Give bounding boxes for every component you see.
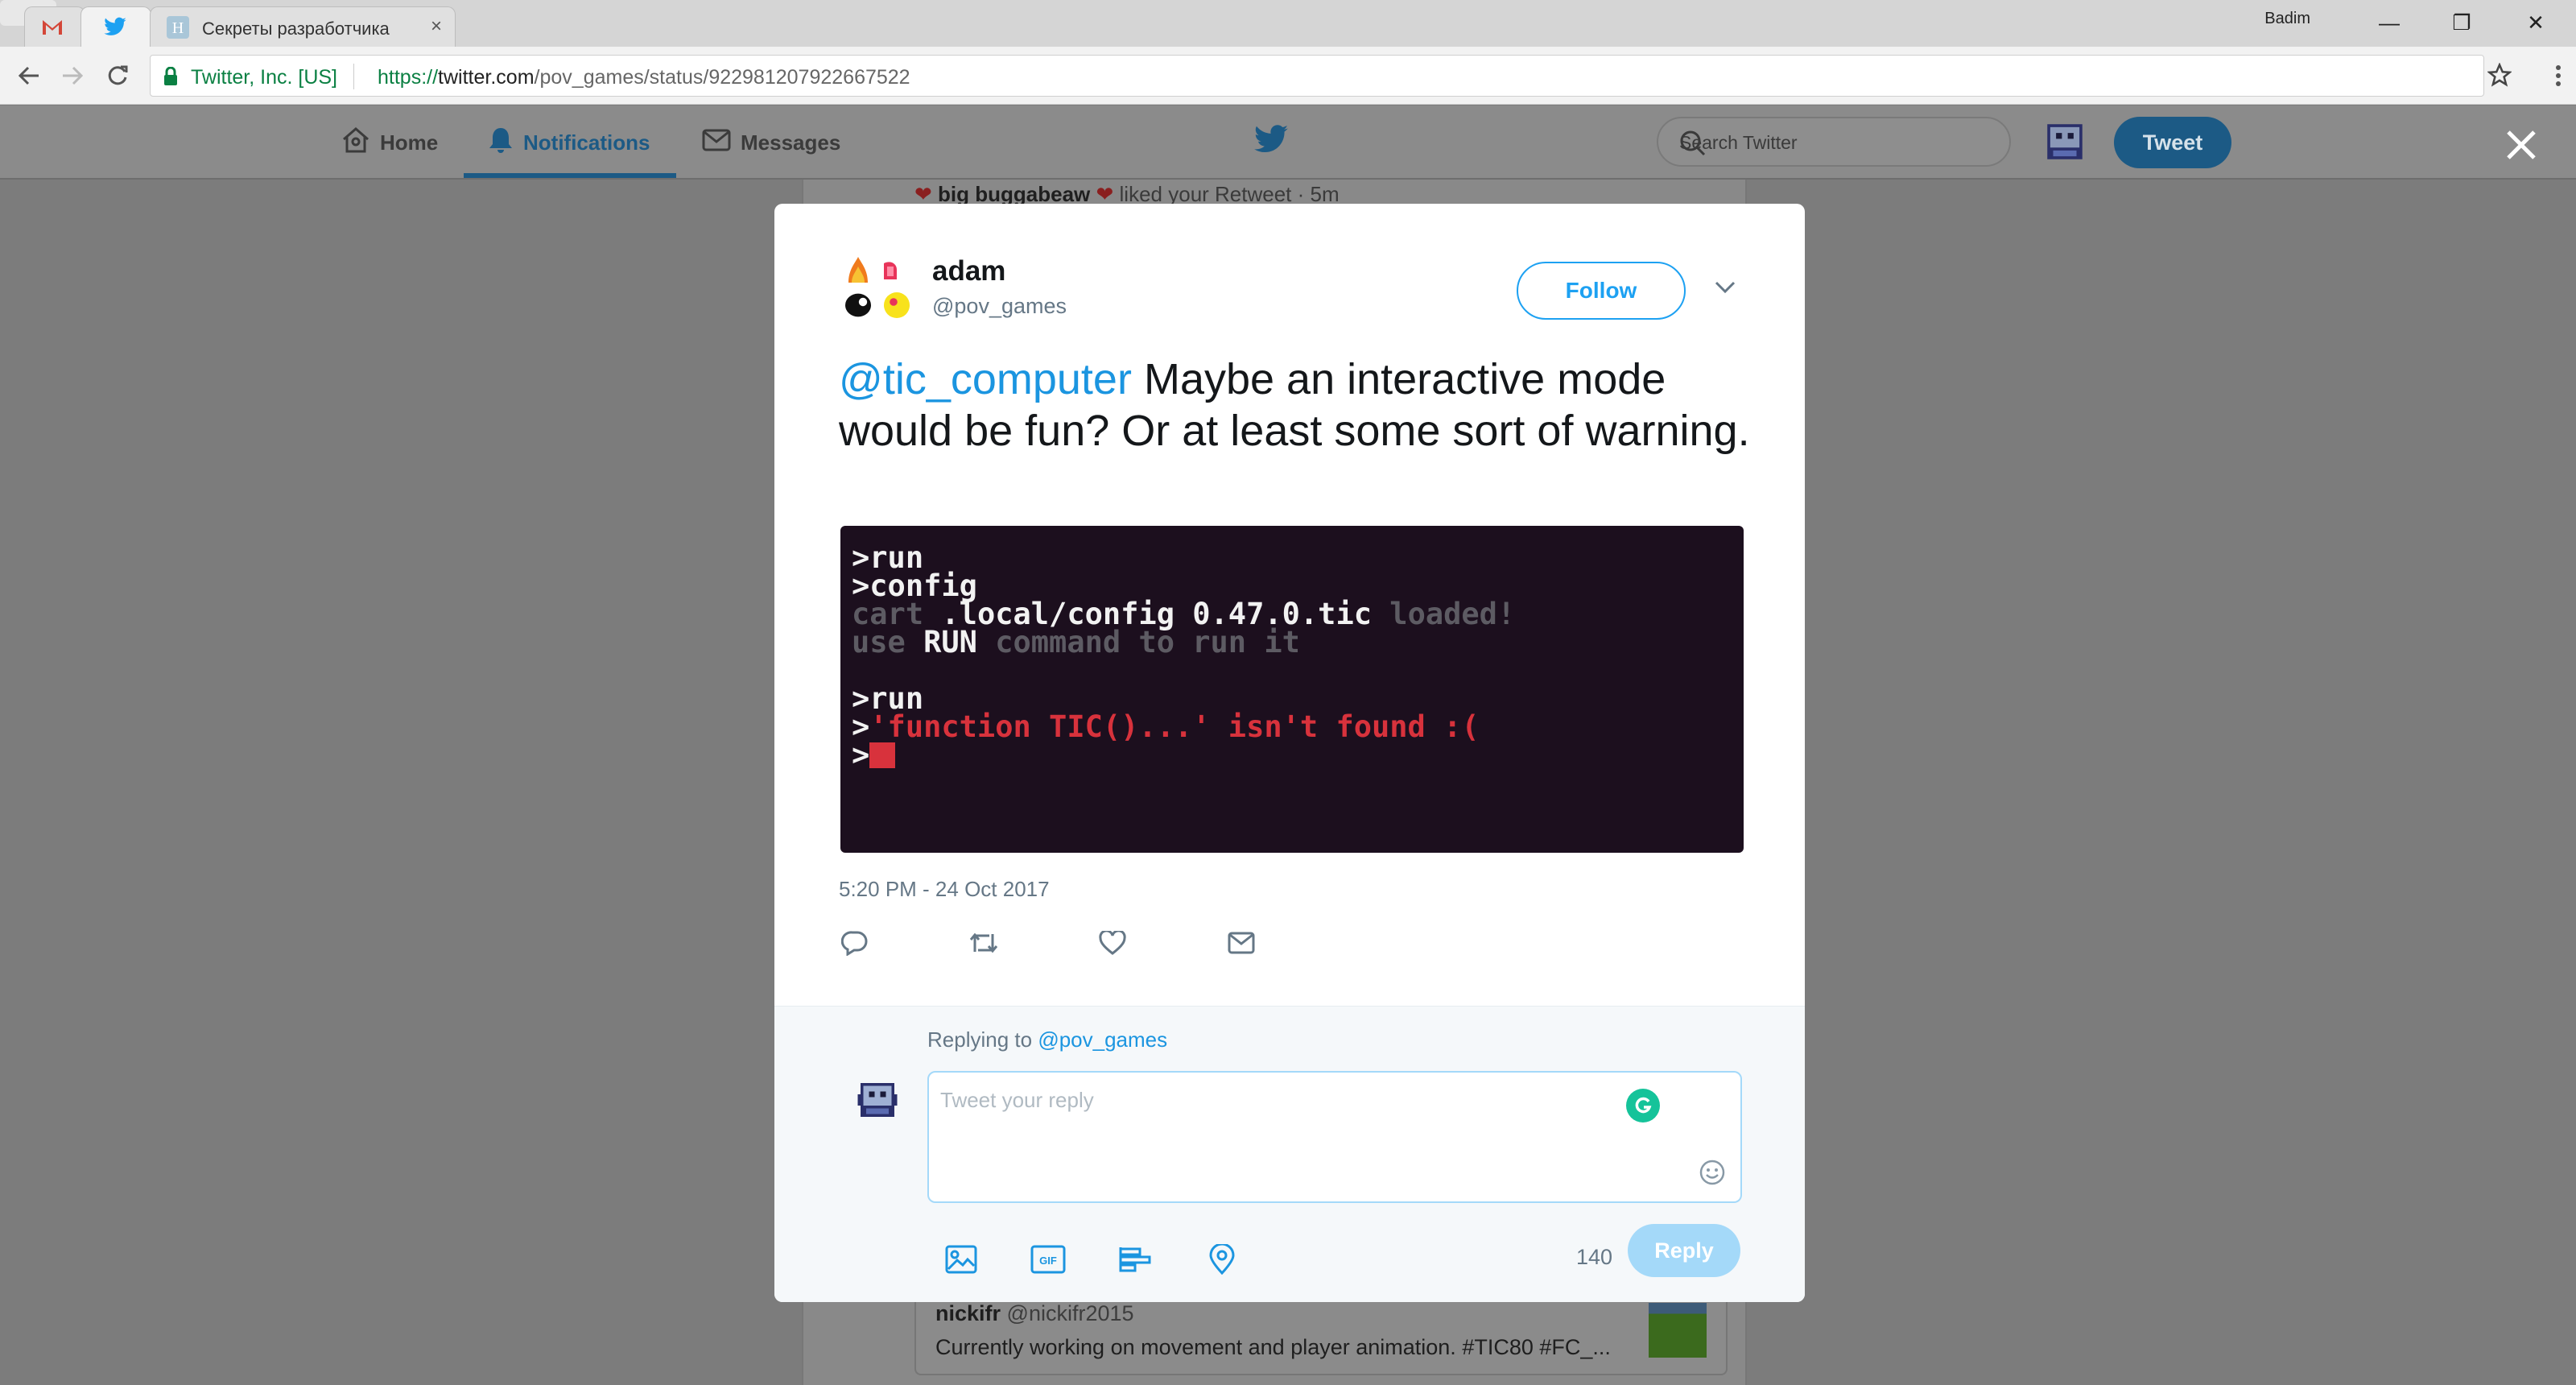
bell-icon — [488, 126, 514, 159]
terminal-line: >config — [852, 571, 1744, 601]
photo-icon[interactable] — [943, 1243, 979, 1275]
browser-toolbar: Twitter, Inc. [US] https://twitter.com/p… — [0, 47, 2576, 105]
terminal-text: 'function TIC()...' isn't found :( — [869, 709, 1480, 744]
location-icon[interactable] — [1204, 1243, 1240, 1275]
replying-to-label: Replying to @pov_games — [927, 1027, 1168, 1052]
browser-profile-name[interactable]: Badim — [2264, 10, 2310, 28]
emoji-icon[interactable] — [1699, 1159, 1726, 1190]
terminal-text: loaded! — [1372, 597, 1516, 631]
tab-title: Секреты разработчика — [202, 19, 390, 39]
minimize-button[interactable]: — — [2370, 6, 2409, 39]
svg-text:H: H — [172, 19, 184, 37]
tweet-timestamp[interactable]: 5:20 PM - 24 Oct 2017 — [839, 877, 1050, 902]
terminal-line — [852, 656, 1744, 684]
heart-icon: ❤ — [1096, 182, 1114, 206]
direct-message-icon[interactable] — [1225, 927, 1257, 959]
envelope-icon — [702, 129, 731, 157]
terminal-line: cart .local/config 0.47.0.tic loaded! — [852, 597, 1744, 631]
tab-gmail[interactable] — [24, 6, 85, 47]
terminal-line: >'function TIC()...' isn't found :( — [852, 712, 1744, 742]
grammarly-icon[interactable] — [1626, 1089, 1660, 1122]
nav-notifications-label: Notifications — [523, 130, 650, 155]
tab-habr[interactable]: H Секреты разработчика × — [150, 6, 456, 47]
retweet-icon[interactable] — [968, 927, 1000, 959]
terminal-line: use RUN command to run it — [852, 625, 1744, 659]
tab-twitter[interactable] — [80, 6, 151, 47]
reply-box[interactable] — [927, 1071, 1742, 1203]
browser-menu-icon[interactable] — [2555, 64, 2562, 91]
secure-site-label[interactable]: Twitter, Inc. [US] — [191, 66, 337, 89]
back-arrow-icon[interactable] — [11, 58, 47, 93]
quoted-text: Currently working on movement and player… — [935, 1335, 1611, 1359]
reply-icon[interactable] — [839, 927, 871, 959]
user-avatar — [855, 1077, 900, 1122]
close-window-button[interactable]: ✕ — [2516, 6, 2555, 39]
compose-tweet-button[interactable]: Tweet — [2114, 117, 2231, 168]
chevron-down-icon[interactable] — [1715, 281, 1736, 298]
character-counter: 140 — [1576, 1245, 1613, 1269]
nav-notifications[interactable]: Notifications — [488, 122, 650, 163]
address-bar[interactable]: Twitter, Inc. [US] https://twitter.com/p… — [150, 55, 2484, 97]
twitter-bird-icon — [102, 15, 128, 39]
author-avatar[interactable] — [839, 250, 916, 328]
nav-messages-label: Messages — [741, 130, 841, 155]
heart-icon: ❤ — [914, 182, 932, 206]
twitter-top-nav: Home Notifications Messages Search Twitt… — [0, 105, 2576, 180]
terminal-cursor — [869, 742, 896, 768]
close-modal-icon[interactable] — [2499, 122, 2544, 167]
browser-tabstrip: H Секреты разработчика × Badim — ❐ ✕ — [0, 0, 2576, 47]
url-text[interactable]: https://twitter.com/pov_games/status/922… — [378, 66, 910, 89]
home-icon — [341, 126, 370, 159]
nav-home-label: Home — [380, 130, 439, 155]
reply-input[interactable] — [940, 1084, 1600, 1116]
reply-button[interactable]: Reply — [1628, 1224, 1740, 1277]
terminal-text: command to run it — [976, 625, 1300, 659]
user-avatar[interactable] — [2041, 118, 2088, 165]
search-icon[interactable] — [1679, 130, 1993, 162]
terminal-text: RUN — [923, 625, 977, 659]
address-divider — [353, 64, 354, 89]
gmail-icon — [39, 15, 65, 39]
svg-text:GIF: GIF — [1039, 1255, 1057, 1267]
quoted-thumbnail — [1649, 1303, 1707, 1358]
nav-home[interactable]: Home — [341, 122, 438, 163]
reload-icon[interactable] — [100, 58, 135, 93]
author-name[interactable]: adam — [932, 255, 1005, 287]
terminal-prompt: > — [852, 738, 870, 772]
tweet-image-terminal[interactable]: >run >config cart .local/config 0.47.0.tic… — [840, 526, 1744, 853]
quoted-tweet-card[interactable]: nickifr @nickifr2015 Currently working o… — [914, 1292, 1728, 1375]
terminal-line: >run — [852, 684, 1744, 713]
nav-messages[interactable]: Messages — [702, 122, 840, 163]
terminal-line: > — [852, 738, 1744, 772]
tab-close-icon[interactable]: × — [431, 15, 442, 38]
reply-composer: Replying to @pov_games GIF — [774, 1006, 1805, 1302]
gif-icon[interactable]: GIF — [1030, 1243, 1066, 1275]
tweet-modal: adam @pov_games Follow @tic_computer May… — [774, 204, 1805, 1302]
mention-link[interactable]: @tic_computer — [839, 355, 1132, 403]
active-tab-indicator — [464, 173, 676, 178]
replying-to-link[interactable]: @pov_games — [1038, 1027, 1167, 1052]
lock-icon — [163, 66, 178, 90]
poll-icon[interactable] — [1117, 1243, 1153, 1275]
quoted-author: nickifr @nickifr2015 — [935, 1301, 1134, 1325]
author-handle[interactable]: @pov_games — [932, 294, 1067, 319]
bookmark-star-icon[interactable] — [2487, 62, 2512, 91]
twitter-search-input[interactable]: Search Twitter — [1657, 117, 2011, 167]
twitter-logo-icon[interactable] — [1253, 125, 1290, 159]
habr-icon: H — [165, 15, 191, 39]
restore-button[interactable]: ❐ — [2442, 6, 2481, 39]
follow-button[interactable]: Follow — [1517, 262, 1686, 320]
like-icon[interactable] — [1096, 927, 1129, 959]
terminal-line: >run — [852, 543, 1744, 573]
forward-arrow-icon[interactable] — [55, 58, 90, 93]
tweet-text: @tic_computer Maybe an interactive mode … — [839, 353, 1757, 457]
